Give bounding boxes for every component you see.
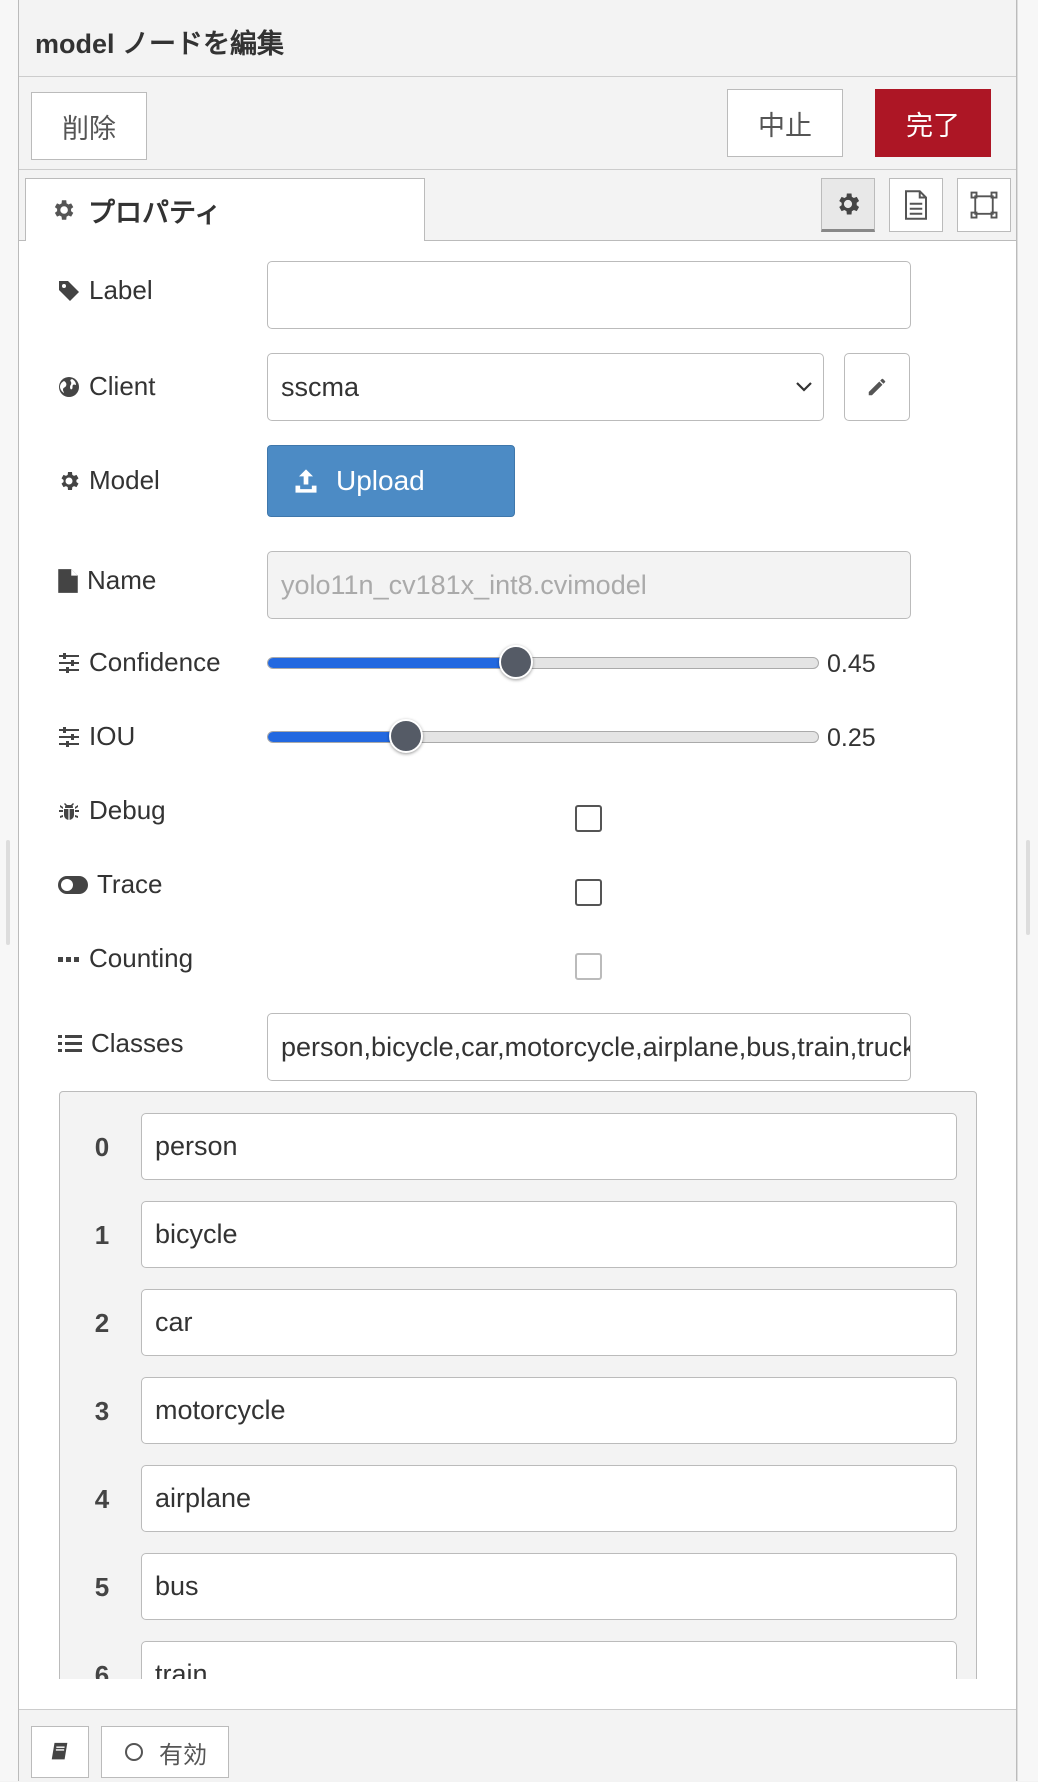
iou-slider-fill <box>268 732 406 742</box>
class-index: 6 <box>94 1659 110 1680</box>
list-item: 5 bus <box>60 1553 976 1621</box>
list-icon <box>58 1034 82 1052</box>
bug-icon <box>59 802 79 820</box>
classes-row-label: Classes <box>57 1028 183 1059</box>
counting-field-label: Counting <box>89 943 194 973</box>
tab-properties[interactable]: プロパティ <box>25 178 425 241</box>
name-input: yolo11n_cv181x_int8.cvimodel <box>267 551 911 619</box>
ellipsis-icon <box>58 956 79 962</box>
properties-panel: Label Client sscma Model Upload Name yol… <box>19 241 1016 1679</box>
upload-button[interactable]: Upload <box>267 445 515 517</box>
confidence-field-label: Confidence <box>89 647 221 677</box>
confidence-row-label: Confidence <box>57 647 221 678</box>
iou-field-label: IOU <box>89 721 136 751</box>
delete-button[interactable]: 削除 <box>31 92 147 160</box>
name-field-label: Name <box>87 565 157 595</box>
class-index: 2 <box>94 1307 110 1338</box>
counting-checkbox <box>575 953 602 980</box>
list-item: 0 person <box>60 1113 976 1181</box>
chevron-down-icon <box>796 382 812 392</box>
client-row-label: Client <box>57 371 155 402</box>
list-item: 2 car <box>60 1289 976 1357</box>
classes-field-label: Classes <box>91 1028 184 1058</box>
confidence-slider[interactable] <box>267 645 819 679</box>
confidence-slider-thumb[interactable] <box>498 645 533 679</box>
model-row-label: Model <box>57 465 160 496</box>
document-icon[interactable] <box>889 178 943 232</box>
class-name-input[interactable]: bus <box>141 1553 957 1620</box>
class-list: 0 person 1 bicycle 2 car 3 motorcycle 4 … <box>59 1091 977 1679</box>
class-name-input[interactable]: airplane <box>141 1465 957 1532</box>
file-icon <box>58 568 78 593</box>
debug-checkbox[interactable] <box>575 805 602 832</box>
label-field-label: Label <box>89 275 153 305</box>
trace-row-label: Trace <box>57 869 163 900</box>
trace-field-label: Trace <box>97 869 163 899</box>
debug-field-label: Debug <box>89 795 166 825</box>
list-item: 1 bicycle <box>60 1201 976 1269</box>
book-icon <box>51 1742 68 1760</box>
gear-icon <box>54 200 74 220</box>
class-name-input[interactable]: person <box>141 1113 957 1180</box>
trace-checkbox[interactable] <box>575 879 602 906</box>
class-index: 3 <box>94 1395 110 1426</box>
class-index: 1 <box>94 1219 110 1250</box>
iou-slider-thumb[interactable] <box>388 719 423 753</box>
class-name-input[interactable]: bicycle <box>141 1201 957 1268</box>
upload-button-label: Upload <box>336 465 425 496</box>
class-index: 5 <box>94 1571 110 1602</box>
tray-header: model ノードを編集 <box>19 0 1016 77</box>
iou-slider[interactable] <box>267 719 819 753</box>
class-index: 4 <box>94 1483 110 1514</box>
frame-icon[interactable] <box>957 178 1011 232</box>
client-select[interactable]: sscma <box>267 353 824 421</box>
scroll-handle[interactable] <box>1026 840 1030 935</box>
class-index: 0 <box>94 1131 110 1162</box>
class-name-input[interactable]: motorcycle <box>141 1377 957 1444</box>
cancel-button[interactable]: 中止 <box>727 89 843 157</box>
label-row-label: Label <box>57 275 153 306</box>
class-name-input[interactable]: train <box>141 1641 957 1679</box>
gear-icon[interactable] <box>821 178 875 232</box>
tray-toolbar: 削除 中止 完了 <box>19 77 1016 170</box>
right-edge <box>1017 0 1038 1781</box>
edit-tray: model ノードを編集 削除 中止 完了 プロパティ Label Client… <box>18 0 1017 1782</box>
resize-handle[interactable] <box>6 840 10 945</box>
label-input[interactable] <box>267 261 911 329</box>
iou-row-label: IOU <box>57 721 135 752</box>
done-button[interactable]: 完了 <box>875 89 991 157</box>
classes-input[interactable]: person,bicycle,car,motorcycle,airplane,b… <box>267 1013 911 1081</box>
enabled-toggle-button[interactable]: 有効 <box>101 1726 229 1778</box>
confidence-value: 0.45 <box>827 650 876 678</box>
iou-value: 0.25 <box>827 724 876 752</box>
confidence-slider-fill <box>268 658 516 668</box>
toggle-icon <box>58 875 88 894</box>
counting-row-label: Counting <box>57 943 193 974</box>
class-name-input[interactable]: car <box>141 1289 957 1356</box>
name-row-label: Name <box>57 565 156 596</box>
debug-row-label: Debug <box>57 795 166 826</box>
edit-client-button[interactable] <box>844 353 910 421</box>
tray-title: model ノードを編集 <box>35 29 285 59</box>
circle-icon <box>125 1743 143 1761</box>
enabled-label: 有効 <box>159 1741 207 1769</box>
upload-icon <box>295 469 317 493</box>
tab-properties-label: プロパティ <box>88 197 222 228</box>
gear-icon <box>61 471 79 490</box>
node-help-button[interactable] <box>31 1726 89 1778</box>
tray-footer: 有効 <box>19 1709 1016 1782</box>
client-field-label: Client <box>89 371 156 401</box>
tag-icon <box>59 280 79 301</box>
pencil-icon <box>868 378 886 396</box>
list-item: 6 train <box>60 1641 976 1680</box>
list-item: 4 airplane <box>60 1465 976 1533</box>
sliders-icon <box>59 652 79 673</box>
left-edge <box>0 0 18 1781</box>
model-field-label: Model <box>89 465 160 495</box>
tab-bar: プロパティ <box>19 170 1016 241</box>
globe-icon <box>59 376 79 397</box>
sliders-icon <box>59 726 79 747</box>
client-select-value: sscma <box>281 371 360 402</box>
list-item: 3 motorcycle <box>60 1377 976 1445</box>
